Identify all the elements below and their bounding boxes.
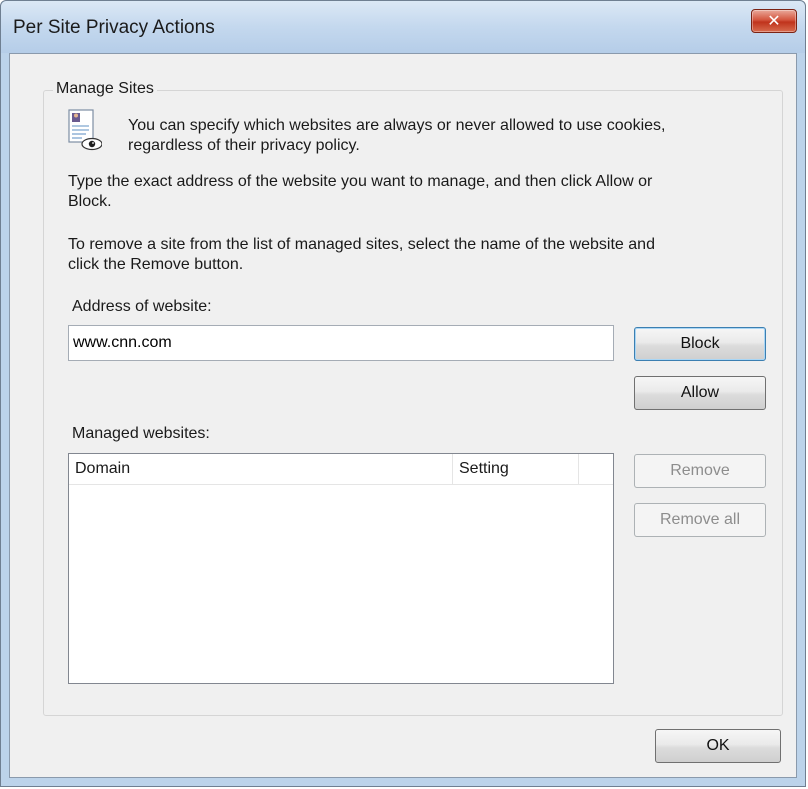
- instruction-text-line2: Block.: [68, 193, 112, 210]
- group-title: Manage Sites: [53, 80, 157, 98]
- remove-text-line1: To remove a site from the list of manage…: [68, 236, 655, 253]
- list-header: Domain Setting: [69, 454, 613, 485]
- column-header-setting[interactable]: Setting: [453, 454, 579, 484]
- close-icon: ✕: [767, 13, 781, 30]
- dialog-client-area: Manage Sites You can specify which websi…: [9, 53, 797, 778]
- dialog-window: Per Site Privacy Actions ✕ Manage Sites …: [0, 0, 806, 787]
- remove-text-line2: click the Remove button.: [68, 256, 244, 273]
- managed-websites-list[interactable]: Domain Setting: [68, 453, 614, 684]
- allow-button[interactable]: Allow: [634, 376, 766, 410]
- managed-websites-label: Managed websites:: [72, 425, 210, 442]
- close-button[interactable]: ✕: [751, 9, 797, 33]
- website-address-input[interactable]: [68, 325, 614, 361]
- privacy-document-eye-icon: [68, 109, 102, 151]
- intro-text-line2: regardless of their privacy policy.: [128, 137, 360, 154]
- intro-text-line1: You can specify which websites are alway…: [128, 117, 666, 134]
- window-title: Per Site Privacy Actions: [13, 17, 215, 38]
- remove-button[interactable]: Remove: [634, 454, 766, 488]
- remove-all-button[interactable]: Remove all: [634, 503, 766, 537]
- column-header-domain[interactable]: Domain: [69, 454, 453, 484]
- block-button[interactable]: Block: [634, 327, 766, 361]
- instruction-text-line1: Type the exact address of the website yo…: [68, 173, 653, 190]
- address-label: Address of website:: [72, 298, 212, 315]
- title-bar[interactable]: Per Site Privacy Actions ✕: [1, 1, 805, 53]
- ok-button[interactable]: OK: [655, 729, 781, 763]
